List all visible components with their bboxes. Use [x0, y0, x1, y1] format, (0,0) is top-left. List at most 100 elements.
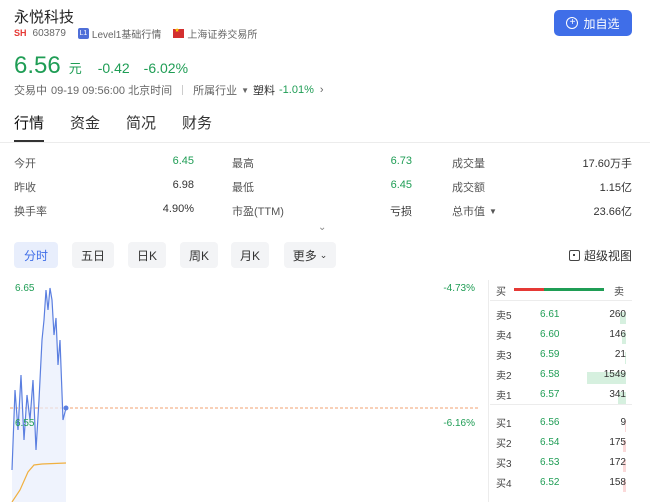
bid-label: 买3	[496, 458, 512, 470]
caret-down-icon: ▼	[489, 206, 497, 216]
stat-label: 最低	[232, 182, 254, 194]
stat-value: 1.15亿	[599, 182, 632, 194]
ask-label: 卖3	[496, 350, 512, 362]
expand-view-icon	[568, 250, 580, 261]
bid-volume-value: 175	[609, 436, 626, 448]
bid-row[interactable]: 买3 6.53 172	[490, 452, 632, 472]
stat-value: 6.45	[172, 155, 194, 167]
bid-price: 6.56	[540, 416, 560, 428]
bid-row[interactable]: 买2 6.54 175	[490, 432, 632, 452]
market-cap-label[interactable]: 总市值 ▼	[452, 203, 497, 219]
main-tabs: 行情 资金 简况 财务	[14, 112, 212, 142]
intraday-chart: 6.65 -4.73% 6.55 -6.16%	[10, 280, 480, 502]
ask-price: 6.61	[540, 308, 560, 320]
ask-price: 6.57	[540, 388, 560, 400]
stat-label: 总市值	[452, 206, 485, 218]
industry-change: -1.01%	[279, 84, 314, 96]
bid-volume: 9	[580, 416, 632, 432]
ask-row[interactable]: 卖5 6.61 260	[490, 304, 632, 324]
ask-price: 6.59	[540, 348, 560, 360]
stat-label: 今开	[14, 158, 36, 170]
chevron-down-icon: ⌄	[319, 249, 328, 260]
trade-time: 09-19 09:56:00 北京时间	[51, 85, 173, 97]
chart-top-price: 6.65	[15, 283, 35, 294]
quote-level-label: Level1基础行情	[91, 29, 162, 41]
intraday-chart-svg: 6.65 -4.73% 6.55 -6.16%	[10, 283, 480, 502]
quote-level: L1 Level1基础行情	[77, 26, 162, 41]
bid-price: 6.53	[540, 456, 560, 468]
ask-row[interactable]: 卖1 6.57 341	[490, 384, 632, 404]
caret-down-icon: ▼	[241, 85, 249, 95]
price-row: 6.56 元 -0.42 -6.02%	[14, 52, 188, 80]
stat-label: 成交额	[452, 182, 485, 194]
bid-label: 买2	[496, 438, 512, 450]
bid-price: 6.54	[540, 436, 560, 448]
period-more-label: 更多	[292, 248, 317, 263]
ask-price: 6.60	[540, 328, 560, 340]
ask-volume: 260	[580, 309, 632, 324]
ask-volume: 341	[580, 388, 632, 404]
tab-quote[interactable]: 行情	[14, 112, 45, 142]
price-change: -0.42	[97, 60, 130, 76]
sell-ratio-bar	[544, 288, 604, 291]
stat-value: 亏损	[390, 206, 412, 218]
ask-row[interactable]: 卖2 6.58 1549	[490, 364, 632, 384]
period-month-k[interactable]: 月K	[231, 242, 269, 268]
add-watchlist-label: 加自选	[583, 16, 620, 31]
super-view-button[interactable]: 超级视图	[568, 247, 632, 264]
bid-volume: 175	[580, 436, 632, 452]
exchange-label: 上海证券交易所	[187, 29, 258, 41]
chevron-right-icon[interactable]: ›	[320, 84, 324, 96]
period-5day[interactable]: 五日	[72, 242, 114, 268]
period-more[interactable]: 更多 ⌄	[284, 242, 336, 268]
ask-volume: 21	[580, 349, 632, 364]
ask-row[interactable]: 卖3 6.59 21	[490, 344, 632, 364]
market-tag: SH	[14, 28, 27, 38]
trade-status: 交易中	[14, 85, 47, 97]
bid-volume: 172	[580, 456, 632, 472]
tab-finance[interactable]: 财务	[182, 112, 212, 133]
industry-name[interactable]: 塑料	[253, 82, 275, 98]
buy-ratio-bar	[514, 288, 544, 291]
stat-label: 昨收	[14, 182, 36, 194]
buy-label: 买	[496, 287, 506, 298]
chart-ref-pct: -6.16%	[443, 418, 475, 429]
stock-code: 603879	[32, 27, 66, 39]
period-day-k[interactable]: 日K	[128, 242, 166, 268]
stat-value: 6.73	[390, 155, 412, 167]
bid-row[interactable]: 买4 6.52 158	[490, 472, 632, 492]
stat-value: 17.60万手	[582, 158, 632, 170]
chart-ref-price: 6.55	[15, 418, 35, 429]
status-row: 交易中 09-19 09:56:00 北京时间 所属行业 ▼ 塑料 -1.01%…	[14, 82, 324, 98]
bid-volume-value: 158	[609, 476, 626, 488]
stock-meta: SH 603879 L1 Level1基础行情 上海证券交易所	[14, 26, 258, 41]
add-watchlist-button[interactable]: + 加自选	[554, 10, 632, 36]
stat-label: 成交量	[452, 158, 485, 170]
bid-volume-value: 9	[620, 416, 626, 428]
bid-volume: 158	[580, 476, 632, 492]
tab-profile[interactable]: 简况	[126, 112, 156, 133]
bid-row[interactable]: 买1 6.56 9	[490, 412, 632, 432]
plus-circle-icon: +	[566, 17, 579, 29]
stat-value: 6.45	[390, 179, 412, 191]
price-change-pct: -6.02%	[143, 60, 189, 76]
bid-price: 6.52	[540, 476, 560, 488]
expand-chevron-icon[interactable]: ⌄	[318, 222, 326, 233]
stat-label: 市盈(TTM)	[232, 206, 284, 218]
bid-volume-value: 172	[609, 456, 626, 468]
period-intraday[interactable]: 分时	[14, 242, 58, 268]
sell-label: 卖	[614, 287, 624, 298]
current-price: 6.56	[14, 52, 61, 79]
period-week-k[interactable]: 周K	[180, 242, 218, 268]
ask-row[interactable]: 卖4 6.60 146	[490, 324, 632, 344]
stat-value: 23.66亿	[593, 206, 632, 218]
ask-volume-value: 341	[609, 388, 626, 400]
super-view-label: 超级视图	[583, 249, 632, 263]
ask-volume: 1549	[580, 369, 632, 384]
industry-label: 所属行业	[193, 85, 238, 97]
ask-label: 卖5	[496, 310, 512, 322]
orderbook-mid-separator	[490, 404, 632, 405]
tab-funds[interactable]: 资金	[70, 112, 100, 133]
level1-icon: L1	[77, 27, 89, 39]
ask-label: 卖2	[496, 370, 512, 382]
